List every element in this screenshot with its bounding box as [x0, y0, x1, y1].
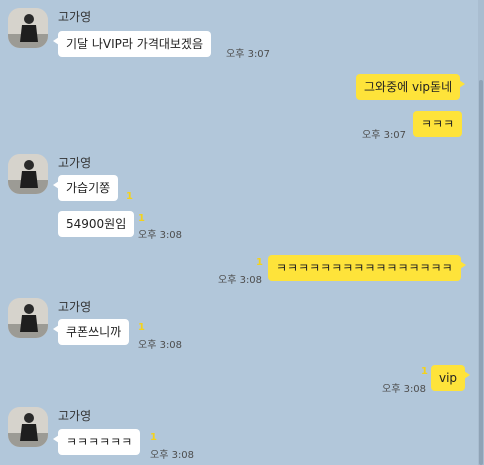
- unread-count: 1: [421, 366, 428, 377]
- message-time: 오후 3:08: [150, 450, 195, 461]
- avatar[interactable]: [8, 298, 48, 338]
- unread-count: 1: [138, 322, 145, 333]
- profile-photo-icon: [8, 298, 48, 338]
- profile-photo-icon: [8, 154, 48, 194]
- avatar[interactable]: [8, 154, 48, 194]
- avatar[interactable]: [8, 8, 48, 48]
- unread-count: 1: [256, 257, 263, 268]
- message-time: 오후 3:08: [138, 340, 183, 351]
- message-bubble[interactable]: 가습기쫑: [52, 175, 119, 201]
- message-time: 오후 3:08: [382, 384, 427, 395]
- message-time: 오후 3:07: [226, 49, 271, 60]
- avatar[interactable]: [8, 407, 48, 447]
- message-bubble[interactable]: ㅋㅋㅋ: [413, 111, 463, 137]
- message-time: 오후 3:08: [138, 230, 183, 241]
- message-bubble[interactable]: ㅋㅋㅋㅋㅋㅋㅋㅋㅋㅋㅋㅋㅋㅋㅋㅋ: [268, 255, 466, 281]
- profile-photo-icon: [8, 8, 48, 48]
- sender-name: 고가영: [58, 156, 92, 170]
- chat-scrollbar[interactable]: [478, 0, 484, 465]
- message-bubble[interactable]: ㅋㅋㅋㅋㅋㅋ: [52, 429, 141, 455]
- scrollbar-thumb[interactable]: [479, 80, 483, 465]
- sender-name: 고가영: [58, 300, 92, 314]
- message-bubble[interactable]: vip: [431, 365, 471, 391]
- message-bubble[interactable]: 쿠폰쓰니까: [52, 319, 130, 345]
- sender-name: 고가영: [58, 10, 92, 24]
- profile-photo-icon: [8, 407, 48, 447]
- unread-count: 1: [150, 432, 157, 443]
- unread-count: 1: [126, 191, 133, 202]
- sender-name: 고가영: [58, 409, 92, 423]
- message-bubble[interactable]: 54900원임: [58, 211, 135, 237]
- message-bubble[interactable]: 그와중에 vip돋네: [356, 74, 466, 100]
- unread-count: 1: [138, 213, 145, 224]
- message-time: 오후 3:08: [218, 275, 263, 286]
- message-time: 오후 3:07: [362, 130, 407, 141]
- message-bubble[interactable]: 기달 나VIP라 가격대보겠음: [52, 31, 212, 57]
